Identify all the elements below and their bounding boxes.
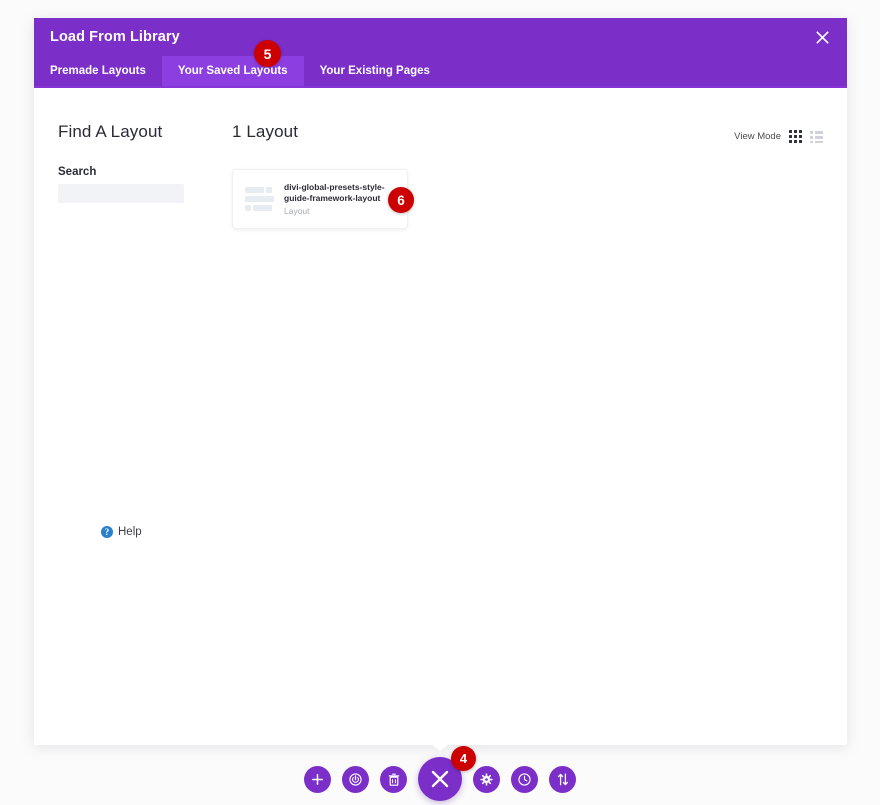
help-link[interactable]: ? Help xyxy=(101,526,142,538)
up-down-arrows-icon xyxy=(557,773,568,785)
clock-icon xyxy=(518,772,531,786)
modal-tabbar: Premade Layouts Your Saved Layouts Your … xyxy=(34,56,847,88)
thumbnail-bar xyxy=(245,196,274,202)
layout-type: Layout xyxy=(284,205,310,216)
trash-icon xyxy=(388,773,399,786)
thumbnail-bar xyxy=(266,187,272,193)
find-a-layout-heading: Find A Layout xyxy=(58,122,163,141)
annotation-badge-4: 4 xyxy=(451,746,476,771)
history-button[interactable] xyxy=(511,765,538,793)
question-circle-icon: ? xyxy=(101,526,113,538)
help-label: Help xyxy=(118,526,142,538)
layout-thumbnail-placeholder xyxy=(245,187,274,211)
modal-header: Load From Library xyxy=(34,18,847,56)
close-modal-button[interactable] xyxy=(809,24,835,50)
screen-root: Load From Library Premade Layouts Your S… xyxy=(0,0,880,805)
thumbnail-bar xyxy=(245,205,251,211)
thumbnail-row xyxy=(245,196,274,202)
toolbar-notch xyxy=(427,741,453,751)
settings-button[interactable] xyxy=(473,765,500,793)
thumbnail-row xyxy=(245,205,274,211)
portability-button[interactable] xyxy=(549,765,576,793)
layout-card-text: divi-global-presets-style-guide-framewor… xyxy=(284,182,395,216)
layout-name: divi-global-presets-style-guide-framewor… xyxy=(284,182,385,203)
load-from-library-modal: Load From Library Premade Layouts Your S… xyxy=(34,18,847,745)
layout-card[interactable]: divi-global-presets-style-guide-framewor… xyxy=(232,169,408,229)
builder-toolbar xyxy=(0,757,880,801)
tab-premade-layouts[interactable]: Premade Layouts xyxy=(34,56,162,86)
list-view-icon[interactable] xyxy=(810,130,823,143)
annotation-badge-5: 5 xyxy=(254,40,281,67)
close-x-icon xyxy=(431,770,449,788)
thumbnail-row xyxy=(245,187,274,193)
view-mode-control: View Mode xyxy=(734,130,823,143)
thumbnail-bar xyxy=(245,187,264,193)
plus-icon xyxy=(312,773,323,785)
tab-your-existing-pages[interactable]: Your Existing Pages xyxy=(304,56,446,86)
toggle-builder-button[interactable] xyxy=(342,765,369,793)
layout-count-title: 1 Layout xyxy=(232,122,299,141)
tab-your-saved-layouts[interactable]: Your Saved Layouts xyxy=(161,56,304,86)
add-button[interactable] xyxy=(304,765,331,793)
gear-icon xyxy=(480,772,493,786)
page-title: Load From Library xyxy=(50,29,180,45)
search-label: Search xyxy=(58,166,97,178)
search-input[interactable] xyxy=(58,184,184,203)
thumbnail-bar xyxy=(253,205,272,211)
view-mode-label: View Mode xyxy=(734,131,781,142)
power-icon xyxy=(349,772,362,786)
close-icon xyxy=(815,30,829,44)
annotation-badge-6: 6 xyxy=(388,187,414,213)
delete-button[interactable] xyxy=(380,765,407,793)
modal-body: Find A Layout Search ? Help 1 Layout Vie… xyxy=(34,88,847,745)
grid-view-icon[interactable] xyxy=(789,130,802,143)
